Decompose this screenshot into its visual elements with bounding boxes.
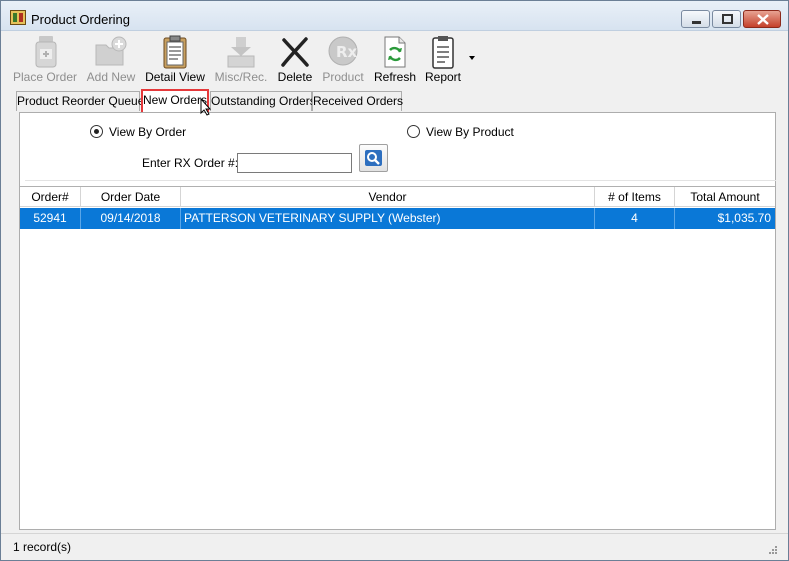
tab-received-orders[interactable]: Received Orders xyxy=(312,91,404,111)
report-icon xyxy=(432,36,454,69)
mouse-cursor-icon xyxy=(200,98,212,116)
receive-tray-icon xyxy=(227,37,255,68)
maximize-icon xyxy=(722,14,733,24)
toolbar: Place Order Add New Detail View Misc/Rec… xyxy=(1,32,788,87)
maximize-button[interactable] xyxy=(712,10,741,28)
column-header-order-date[interactable]: Order Date xyxy=(81,187,181,207)
table-row[interactable]: 52941 09/14/2018 PATTERSON VETERINARY SU… xyxy=(20,208,775,229)
tab-label: Received Orders xyxy=(313,94,404,108)
column-header-order[interactable]: Order# xyxy=(20,187,81,207)
orders-grid[interactable]: Order# Order Date Vendor # of Items Tota… xyxy=(20,186,775,529)
cell-order-date: 09/14/2018 xyxy=(81,208,181,229)
report-dropdown-arrow-icon[interactable] xyxy=(469,56,475,60)
tab-product-reorder-queue[interactable]: Product Reorder Queue xyxy=(16,91,144,111)
rx-icon: Rx xyxy=(328,36,358,66)
cell-items: 4 xyxy=(595,208,675,229)
clipboard-icon xyxy=(163,35,187,69)
svg-text:Rx: Rx xyxy=(336,43,358,61)
tab-outstanding-orders[interactable]: Outstanding Orders xyxy=(210,91,316,111)
app-icon xyxy=(10,10,26,25)
tab-label: Outstanding Orders xyxy=(211,94,316,108)
view-by-product-radio[interactable] xyxy=(407,125,420,138)
product-ordering-window: Product Ordering Place Order Add New Det… xyxy=(0,0,789,561)
medicine-bottle-icon xyxy=(35,36,57,68)
toolbar-label: Detail View xyxy=(145,70,205,84)
view-by-order-label: View By Order xyxy=(109,125,187,139)
delete-x-icon xyxy=(281,37,309,67)
toolbar-label: Refresh xyxy=(373,70,417,84)
refresh-icon xyxy=(384,36,406,68)
view-by-order-radio[interactable] xyxy=(90,125,103,138)
view-by-product-label: View By Product xyxy=(426,125,514,139)
toolbar-label: Add New xyxy=(86,70,136,84)
tab-label: Product Reorder Queue xyxy=(17,94,145,108)
toolbar-label: Place Order xyxy=(13,70,78,84)
toolbar-label: Delete xyxy=(277,70,313,84)
toolbar-label: Product xyxy=(322,70,364,84)
column-header-vendor[interactable]: Vendor xyxy=(181,187,595,207)
close-icon xyxy=(757,14,769,25)
column-header-items[interactable]: # of Items xyxy=(595,187,675,207)
filter-divider xyxy=(25,180,776,181)
grid-header: Order# Order Date Vendor # of Items Tota… xyxy=(20,187,775,207)
search-button[interactable] xyxy=(359,144,388,172)
column-header-total-amount[interactable]: Total Amount xyxy=(675,187,775,207)
window-title: Product Ordering xyxy=(31,12,130,27)
add-folder-icon xyxy=(95,36,127,66)
resize-grip-icon[interactable] xyxy=(768,545,778,555)
search-icon xyxy=(365,150,382,166)
record-count: 1 record(s) xyxy=(13,540,72,554)
toolbar-label: Misc/Rec. xyxy=(214,70,268,84)
minimize-icon xyxy=(692,21,701,24)
toolbar-label: Report xyxy=(424,70,462,84)
title-bar: Product Ordering xyxy=(1,1,788,31)
cell-total-amount: $1,035.70 xyxy=(717,211,771,225)
tab-label: New Orders xyxy=(143,93,208,107)
minimize-button[interactable] xyxy=(681,10,710,28)
status-bar: 1 record(s) xyxy=(1,533,788,560)
tab-new-orders[interactable]: New Orders xyxy=(141,89,209,112)
close-button[interactable] xyxy=(743,10,781,28)
tab-strip: Product Reorder Queue New Orders Outstan… xyxy=(1,89,788,112)
rx-order-label: Enter RX Order #: xyxy=(142,156,239,170)
rx-order-input[interactable] xyxy=(237,153,352,173)
cell-vendor: PATTERSON VETERINARY SUPPLY (Webster) xyxy=(181,208,595,229)
cell-order: 52941 xyxy=(20,208,81,229)
